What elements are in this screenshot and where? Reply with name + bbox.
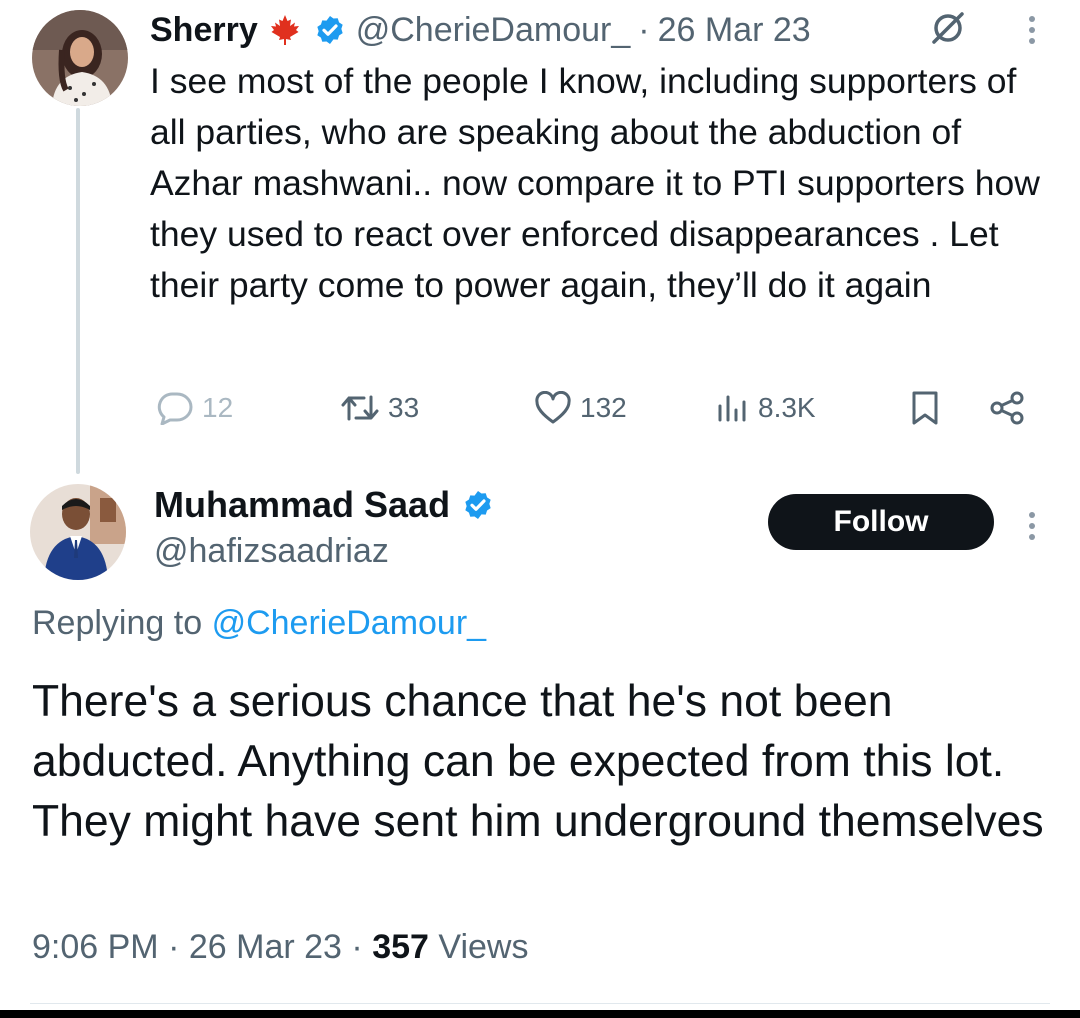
reply-author-name-row: Muhammad Saad bbox=[154, 484, 494, 526]
parent-author-handle[interactable]: @CherieDamour_ bbox=[356, 11, 631, 50]
more-icon[interactable] bbox=[1020, 10, 1044, 50]
reply-icon bbox=[156, 391, 194, 425]
meta-separator: · bbox=[168, 928, 180, 966]
meta-separator: · bbox=[638, 10, 650, 49]
like-icon bbox=[534, 391, 572, 425]
replying-to-line: Replying to @CherieDamour_ bbox=[32, 604, 486, 643]
parent-author-avatar[interactable] bbox=[32, 10, 128, 106]
follow-button[interactable]: Follow bbox=[768, 494, 994, 550]
bookmark-icon[interactable] bbox=[910, 388, 940, 428]
views-icon bbox=[716, 392, 750, 424]
verified-badge-icon bbox=[462, 489, 494, 521]
views-count: 8.3K bbox=[758, 392, 816, 423]
reply-count: 12 bbox=[202, 392, 234, 423]
reply-timestamp-line: 9:06 PM · 26 Mar 23 · 357 Views bbox=[32, 928, 528, 967]
like-count: 132 bbox=[580, 392, 627, 423]
retweet-icon bbox=[340, 392, 380, 424]
reply-views-count: 357 bbox=[372, 928, 429, 966]
views-button[interactable]: 8.3K bbox=[716, 388, 816, 428]
parent-tweet-text: I see most of the people I know, includi… bbox=[150, 61, 1040, 305]
reply-views-label: Views bbox=[438, 928, 529, 966]
like-button[interactable]: 132 bbox=[534, 388, 627, 428]
parent-tweet-header: Sherry @CherieDamour_ · 26 Mar 23 bbox=[150, 6, 811, 54]
parent-author-name[interactable]: Sherry bbox=[150, 11, 258, 50]
reply-date[interactable]: 26 Mar 23 bbox=[189, 928, 342, 966]
share-icon[interactable] bbox=[988, 388, 1026, 428]
reply-author-avatar[interactable] bbox=[30, 484, 126, 580]
parent-tweet-actions: 12 33 132 8.3K bbox=[150, 388, 1040, 428]
bottom-edge-bar bbox=[0, 1010, 1080, 1018]
divider bbox=[30, 1003, 1050, 1004]
verified-badge-icon bbox=[314, 14, 346, 46]
parent-tweet-date[interactable]: 26 Mar 23 bbox=[658, 11, 811, 50]
meta-separator: · bbox=[351, 928, 363, 966]
reply-tweet-text: There's a serious chance that he's not b… bbox=[32, 677, 1044, 846]
maple-leaf-icon bbox=[268, 13, 302, 47]
retweet-count: 33 bbox=[388, 392, 420, 423]
more-icon[interactable] bbox=[1020, 506, 1044, 546]
reply-author-handle[interactable]: @hafizsaadriaz bbox=[154, 532, 389, 571]
reply-button[interactable]: 12 bbox=[156, 388, 233, 428]
replying-to-link[interactable]: @CherieDamour_ bbox=[212, 604, 487, 642]
grok-icon[interactable] bbox=[928, 8, 968, 48]
thread-connector-line bbox=[76, 108, 80, 474]
reply-time[interactable]: 9:06 PM bbox=[32, 928, 159, 966]
replying-to-prefix: Replying to bbox=[32, 604, 203, 642]
reply-author-name[interactable]: Muhammad Saad bbox=[154, 484, 450, 526]
retweet-button[interactable]: 33 bbox=[340, 388, 419, 428]
